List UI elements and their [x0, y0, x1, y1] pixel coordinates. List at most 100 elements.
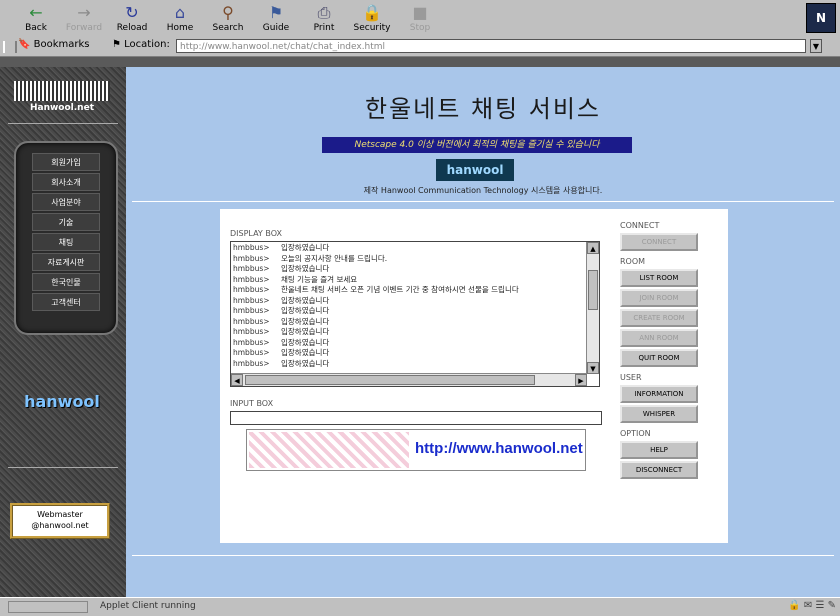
- chat-message: 한울네트 채팅 서비스 오픈 기념 이벤트 기간 중 참여하시면 선물을 드립니…: [281, 285, 519, 294]
- netscape-logo: N: [806, 3, 836, 33]
- barcode-graphic: [14, 81, 110, 101]
- chat-nick: hmbbus>: [233, 253, 270, 263]
- display-box[interactable]: hmbbus> 입장하였습니다 hmbbus> 오늘의 공지사항 안내를 드립니다. h…: [230, 241, 600, 387]
- disconnect-button[interactable]: DISCONNECT: [620, 461, 698, 479]
- sidebar-menu-item[interactable]: 고객센터: [32, 293, 100, 311]
- status-icons: 🔒 ✉ ☰ ✎: [788, 600, 836, 611]
- chat-line: hmbbus> 한울네트 채팅 서비스 오픈 기념 이벤트 기간 중 참여하시면 …: [233, 285, 583, 296]
- chat-nick: hmbbus>: [233, 306, 270, 315]
- sidebar-menu-item[interactable]: 자료게시판: [32, 253, 100, 271]
- scroll-thumb[interactable]: [588, 270, 598, 310]
- forward-icon: →: [77, 3, 91, 22]
- forward-button[interactable]: → Forward: [62, 2, 106, 36]
- chat-line: hmbbus> 입장하였습니다: [233, 359, 583, 370]
- notice-banner: Netscape 4.0 이상 버전에서 최적의 채팅을 즐기실 수 있습니다: [322, 137, 632, 153]
- chat-line: hmbbus> 오늘의 공지사항 안내를 드립니다.: [233, 254, 583, 265]
- ad-banner[interactable]: http://www.hanwool.net: [246, 429, 586, 471]
- page-top-strip: [0, 57, 840, 67]
- home-label: Home: [166, 23, 194, 33]
- search-label: Search: [212, 23, 244, 33]
- scroll-left-arrow-icon[interactable]: ◀: [231, 374, 243, 386]
- hanwool-logo[interactable]: hanwool: [22, 385, 102, 419]
- chat-line: hmbbus> 입장하였습니다: [233, 306, 583, 317]
- sidebar-menu-item[interactable]: 회원가입: [32, 153, 100, 171]
- home-button[interactable]: ⌂ Home: [158, 2, 202, 36]
- chat-message: 입장하였습니다: [281, 337, 330, 347]
- control-group-label: ROOM: [620, 257, 646, 266]
- security-icon: 🔒: [362, 3, 382, 22]
- chat-message: 입장하였습니다: [281, 358, 330, 368]
- chat-nick: hmbbus>: [233, 337, 270, 347]
- chat-nick: hmbbus>: [233, 358, 270, 368]
- chat-nick: hmbbus>: [233, 316, 270, 326]
- chat-nick: hmbbus>: [233, 295, 270, 305]
- chat-message: 입장하였습니다: [281, 316, 330, 326]
- status-text: Applet Client running: [100, 601, 196, 611]
- chat-message: 입장하였습니다: [281, 264, 330, 273]
- divider: [132, 201, 834, 202]
- chat-message: 입장하였습니다: [281, 348, 330, 357]
- search-button[interactable]: ⚲ Search: [206, 2, 250, 36]
- discussion-icon[interactable]: ☰: [815, 600, 824, 611]
- back-button[interactable]: ← Back: [14, 2, 58, 36]
- print-button[interactable]: ⎙ Print: [302, 2, 346, 36]
- sidebar-divider: [8, 123, 118, 124]
- toolbar-grip[interactable]: [3, 41, 17, 53]
- guide-button[interactable]: ⚑ Guide: [254, 2, 298, 36]
- chat-nick: hmbbus>: [233, 243, 270, 252]
- scroll-down-arrow-icon[interactable]: ▼: [587, 362, 599, 374]
- bookmarks-button[interactable]: 🔖 Bookmarks: [18, 39, 90, 50]
- chat-line: hmbbus> 입장하였습니다: [233, 317, 583, 328]
- list-room-button[interactable]: LIST ROOM: [620, 269, 698, 287]
- scroll-thumb-horizontal[interactable]: [245, 375, 535, 385]
- stop-button[interactable]: ■ Stop: [398, 2, 442, 36]
- quit-room-button[interactable]: QUIT ROOM: [620, 349, 698, 367]
- security-button[interactable]: 🔒 Security: [350, 2, 394, 36]
- control-group-label: CONNECT: [620, 221, 660, 230]
- security-lock-icon[interactable]: 🔒: [788, 600, 800, 611]
- page-viewport: Hanwool.net 회원가입회사소개사업분야기술채팅자료게시판한국인물고객센…: [0, 57, 840, 597]
- scroll-right-arrow-icon[interactable]: ▶: [575, 374, 587, 386]
- progress-indicator: [8, 601, 88, 613]
- help-button[interactable]: HELP: [620, 441, 698, 459]
- whisper-button[interactable]: WHISPER: [620, 405, 698, 423]
- sidebar-menu-item[interactable]: 채팅: [32, 233, 100, 251]
- composer-icon[interactable]: ✎: [828, 600, 836, 611]
- guide-icon: ⚑: [268, 3, 284, 22]
- location-label: ⚑ Location:: [112, 39, 170, 50]
- hanwool-small-logo[interactable]: hanwool: [436, 159, 514, 181]
- control-group-label: OPTION: [620, 429, 651, 438]
- chat-line: hmbbus> 입장하였습니다: [233, 327, 583, 338]
- ann-room-button[interactable]: ANN ROOM: [620, 329, 698, 347]
- input-box-label: INPUT BOX: [230, 399, 274, 408]
- horizontal-scrollbar[interactable]: ◀ ▶: [231, 373, 587, 386]
- vertical-scrollbar[interactable]: ▲ ▼: [586, 242, 599, 374]
- sidebar-menu-item[interactable]: 사업분야: [32, 193, 100, 211]
- webmaster-link[interactable]: Webmaster @hanwool.net: [10, 503, 110, 539]
- webmaster-line-1: Webmaster: [37, 510, 83, 519]
- stop-icon: ■: [412, 3, 428, 22]
- sidebar: Hanwool.net 회원가입회사소개사업분야기술채팅자료게시판한국인물고객센…: [0, 67, 126, 597]
- browser-toolbar: ← Back → Forward ↻ Reload ⌂ Home ⚲ Search ⚑ Guide ⎙ P…: [0, 0, 840, 39]
- connect-button[interactable]: CONNECT: [620, 233, 698, 251]
- chat-line: hmbbus> 입장하였습니다: [233, 296, 583, 307]
- create-room-button[interactable]: CREATE ROOM: [620, 309, 698, 327]
- sidebar-menu-item[interactable]: 한국인물: [32, 273, 100, 291]
- divider: [132, 555, 834, 556]
- forward-label: Forward: [65, 23, 103, 33]
- chat-line: hmbbus> 입장하였습니다: [233, 243, 583, 254]
- url-dropdown-button[interactable]: ▼: [810, 39, 822, 53]
- chat-input[interactable]: [230, 411, 602, 425]
- scroll-up-arrow-icon[interactable]: ▲: [587, 242, 599, 254]
- site-logo[interactable]: Hanwool.net: [14, 81, 110, 115]
- chat-line: hmbbus> 입장하였습니다: [233, 338, 583, 349]
- bookmarks-label: Bookmarks: [33, 39, 90, 50]
- reload-button[interactable]: ↻ Reload: [110, 2, 154, 36]
- information-button[interactable]: INFORMATION: [620, 385, 698, 403]
- chat-message: 채팅 기능을 즐겨 보세요: [281, 274, 358, 284]
- mail-icon[interactable]: ✉: [804, 600, 812, 611]
- url-input[interactable]: http://www.hanwool.net/chat/chat_index.h…: [176, 39, 806, 53]
- sidebar-menu-item[interactable]: 회사소개: [32, 173, 100, 191]
- sidebar-menu-item[interactable]: 기술: [32, 213, 100, 231]
- join-room-button[interactable]: JOIN ROOM: [620, 289, 698, 307]
